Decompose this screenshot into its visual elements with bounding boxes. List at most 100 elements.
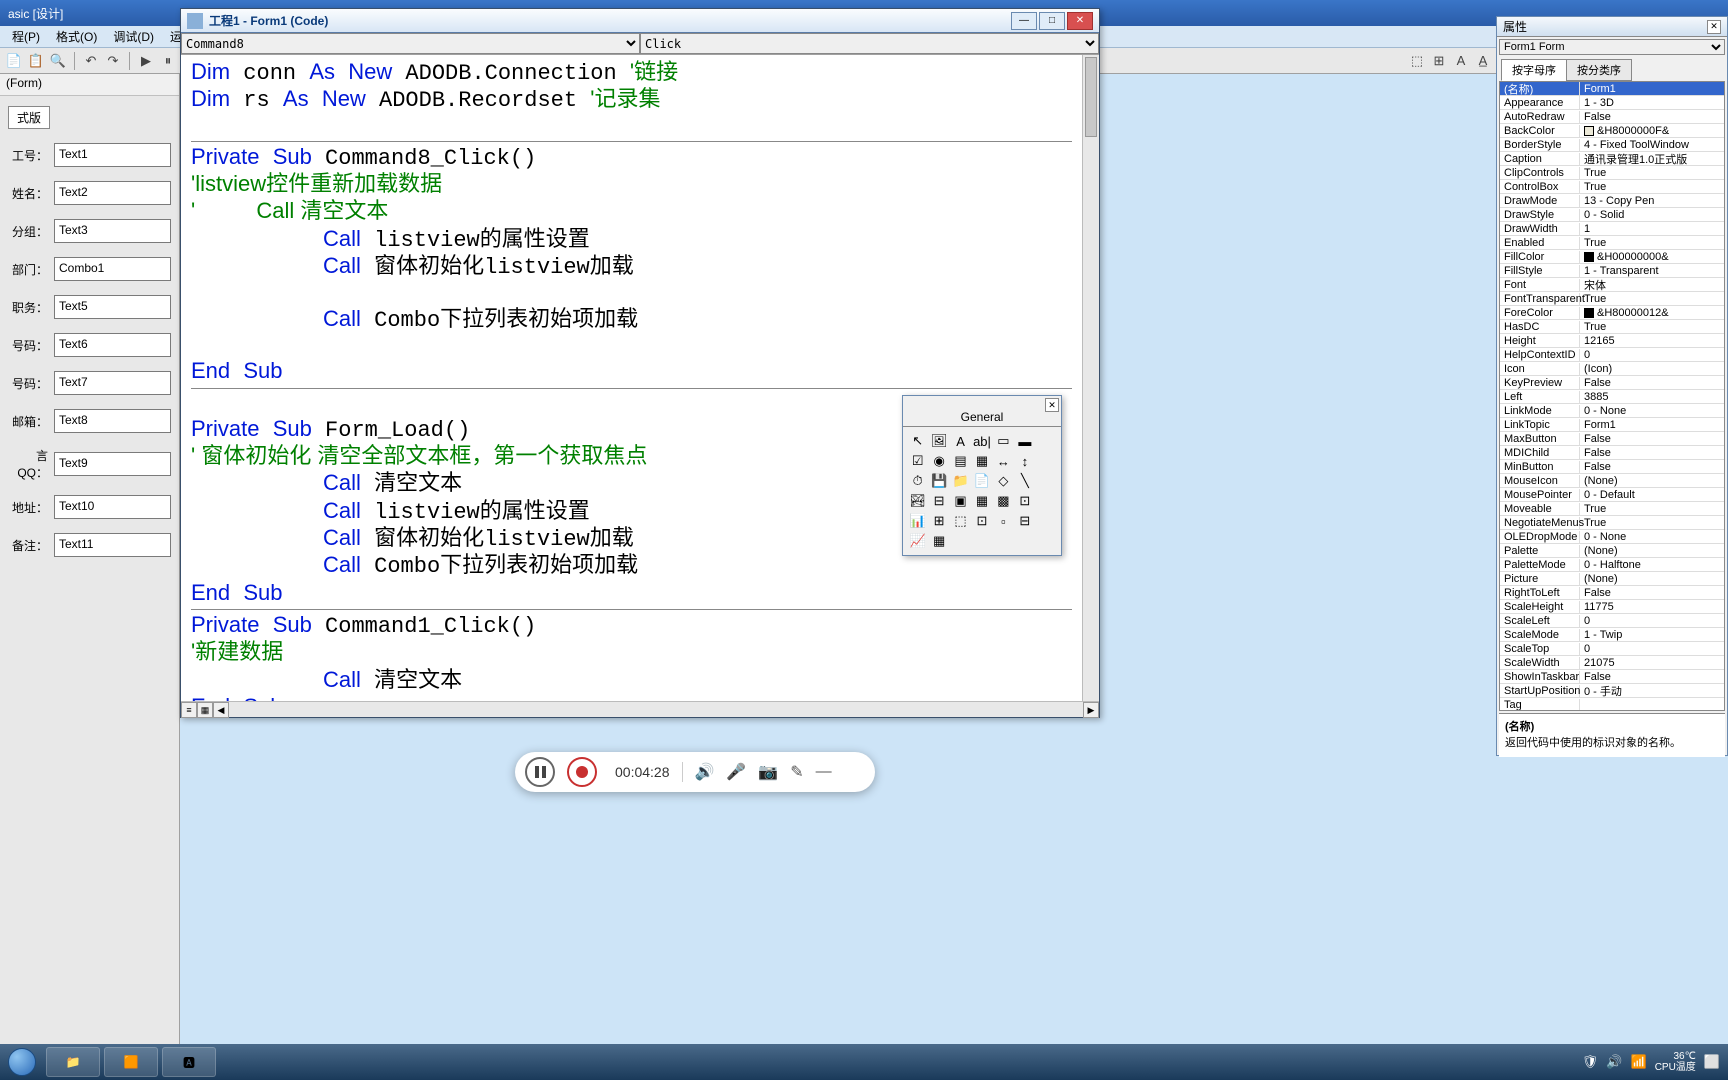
tb-icon[interactable]: ⬚ xyxy=(1407,51,1427,71)
recording-toolbar[interactable]: 00:04:28 🔊 🎤 📷 ✎ — xyxy=(515,752,875,792)
properties-list[interactable]: (名称)Form1Appearance1 - 3DAutoRedrawFalse… xyxy=(1499,81,1725,711)
shape-icon[interactable]: ◇ xyxy=(993,471,1014,491)
property-row[interactable]: StartUpPosition0 - 手动 xyxy=(1500,684,1724,698)
menu-item[interactable]: 调试(D) xyxy=(105,26,162,47)
code-editor[interactable]: Dim conn As New ADODB.Connection '链接 Dim… xyxy=(181,55,1099,701)
volume-icon[interactable]: 🔊 xyxy=(695,762,715,782)
property-row[interactable]: BackColor&H8000000F& xyxy=(1500,124,1724,138)
tray-icon[interactable]: 🔊 xyxy=(1606,1054,1622,1070)
ctl-icon[interactable]: ⊞ xyxy=(928,511,949,531)
redo-icon[interactable]: ↷ xyxy=(103,51,123,71)
property-row[interactable]: RightToLeftFalse xyxy=(1500,586,1724,600)
property-row[interactable]: Icon(Icon) xyxy=(1500,362,1724,376)
undo-icon[interactable]: ↶ xyxy=(81,51,101,71)
property-row[interactable]: (名称)Form1 xyxy=(1500,82,1724,96)
property-row[interactable]: NegotiateMenusTrue xyxy=(1500,516,1724,530)
minimize-button[interactable]: — xyxy=(1011,12,1037,30)
property-row[interactable]: ScaleMode1 - Twip xyxy=(1500,628,1724,642)
checkbox-icon[interactable]: ☑ xyxy=(907,451,928,471)
property-row[interactable]: MaxButtonFalse xyxy=(1500,432,1724,446)
property-row[interactable]: LinkMode0 - None xyxy=(1500,404,1724,418)
start-button[interactable] xyxy=(0,1044,44,1080)
tb-icon[interactable]: A xyxy=(1451,51,1471,71)
ctl-icon[interactable]: ▦ xyxy=(928,531,949,551)
frame-icon[interactable]: ▭ xyxy=(993,431,1014,451)
property-row[interactable]: ScaleWidth21075 xyxy=(1500,656,1724,670)
full-view-icon[interactable]: ▦ xyxy=(197,702,213,718)
property-row[interactable]: Picture(None) xyxy=(1500,572,1724,586)
text-input[interactable]: Text9 xyxy=(54,452,171,476)
property-row[interactable]: MousePointer0 - Default xyxy=(1500,488,1724,502)
property-row[interactable]: ScaleTop0 xyxy=(1500,642,1724,656)
image-icon[interactable]: 🏞 xyxy=(907,491,928,511)
commandbutton-icon[interactable]: ▬ xyxy=(1014,431,1035,451)
property-row[interactable]: Palette(None) xyxy=(1500,544,1724,558)
object-selector[interactable]: Command8 xyxy=(181,33,640,54)
mic-icon[interactable]: 🎤 xyxy=(726,762,746,782)
text-input[interactable]: Text1 xyxy=(54,143,171,167)
property-row[interactable]: Caption通讯录管理1.0正式版 xyxy=(1500,152,1724,166)
menu-item[interactable]: 格式(O) xyxy=(48,26,105,47)
property-row[interactable]: ForeColor&H80000012& xyxy=(1500,306,1724,320)
property-row[interactable]: ControlBoxTrue xyxy=(1500,180,1724,194)
camera-off-icon[interactable]: 📷 xyxy=(758,762,778,782)
property-row[interactable]: MDIChildFalse xyxy=(1500,446,1724,460)
vertical-scrollbar[interactable] xyxy=(1082,55,1099,701)
tb-icon[interactable]: A̲ xyxy=(1473,51,1493,71)
property-row[interactable]: Font宋体 xyxy=(1500,278,1724,292)
tb-icon[interactable]: ⊞ xyxy=(1429,51,1449,71)
picturebox-icon[interactable]: 🖼 xyxy=(928,431,949,451)
horizontal-scrollbar[interactable]: ≡ ▦ ◀ ▶ xyxy=(181,701,1099,717)
text-input[interactable]: Text5 xyxy=(54,295,171,319)
menu-item[interactable]: 程(P) xyxy=(4,26,48,47)
property-row[interactable]: PaletteMode0 - Halftone xyxy=(1500,558,1724,572)
text-input[interactable]: Text6 xyxy=(54,333,171,357)
maximize-button[interactable]: □ xyxy=(1039,12,1065,30)
property-row[interactable]: FillColor&H00000000& xyxy=(1500,250,1724,264)
left-tab[interactable]: 式版 xyxy=(8,106,50,129)
combobox-icon[interactable]: ▤ xyxy=(950,451,971,471)
properties-titlebar[interactable]: 属性 ✕ xyxy=(1497,17,1727,37)
property-row[interactable]: OLEDropMode0 - None xyxy=(1500,530,1724,544)
text-input[interactable]: Text3 xyxy=(54,219,171,243)
property-row[interactable]: HelpContextID0 xyxy=(1500,348,1724,362)
text-input[interactable]: Text10 xyxy=(54,495,171,519)
tray-icon[interactable]: 🛡 xyxy=(1582,1054,1599,1070)
ctl-icon[interactable]: ▦ xyxy=(971,491,992,511)
property-row[interactable]: EnabledTrue xyxy=(1500,236,1724,250)
text-input[interactable]: Text7 xyxy=(54,371,171,395)
property-row[interactable]: HasDCTrue xyxy=(1500,320,1724,334)
properties-close-icon[interactable]: ✕ xyxy=(1707,20,1721,34)
pause-icon[interactable]: ⏸ xyxy=(158,51,178,71)
property-row[interactable]: ClipControlsTrue xyxy=(1500,166,1724,180)
property-row[interactable]: MouseIcon(None) xyxy=(1500,474,1724,488)
property-row[interactable]: MoveableTrue xyxy=(1500,502,1724,516)
text-input[interactable]: Text8 xyxy=(54,409,171,433)
new-project-icon[interactable]: 📄 xyxy=(4,51,24,71)
tab-categorized[interactable]: 按分类序 xyxy=(1566,59,1632,81)
toolbox-panel[interactable]: ✕ General ↖ 🖼 A ab| ▭ ▬ ☑ ◉ ▤ ▦ ↔ ↕ ⏱ 💾 … xyxy=(902,395,1062,556)
ctl-icon[interactable]: ⬚ xyxy=(950,511,971,531)
listbox-icon[interactable]: ▦ xyxy=(971,451,992,471)
filelistbox-icon[interactable]: 📄 xyxy=(971,471,992,491)
vscrollbar-icon[interactable]: ↕ xyxy=(1014,451,1035,471)
property-row[interactable]: Left3885 xyxy=(1500,390,1724,404)
task-item[interactable]: 📁 xyxy=(46,1047,100,1077)
scroll-thumb[interactable] xyxy=(1085,57,1097,137)
tray-icon[interactable]: ⬜ xyxy=(1704,1054,1720,1070)
textbox-icon[interactable]: ab| xyxy=(971,431,992,451)
text-input[interactable]: Text11 xyxy=(54,533,171,557)
ctl-icon[interactable]: 📈 xyxy=(907,531,928,551)
property-row[interactable]: ScaleLeft0 xyxy=(1500,614,1724,628)
pause-recording-button[interactable] xyxy=(525,757,555,787)
task-item[interactable]: 🅰 xyxy=(162,1047,216,1077)
property-row[interactable]: DrawMode13 - Copy Pen xyxy=(1500,194,1724,208)
data-icon[interactable]: ⊟ xyxy=(928,491,949,511)
property-row[interactable]: DrawStyle0 - Solid xyxy=(1500,208,1724,222)
property-row[interactable]: AutoRedrawFalse xyxy=(1500,110,1724,124)
close-button[interactable]: ✕ xyxy=(1067,12,1093,30)
tray-icon[interactable]: 📶 xyxy=(1631,1054,1647,1070)
run-icon[interactable]: ▶ xyxy=(136,51,156,71)
properties-object-selector[interactable]: Form1 Form xyxy=(1499,39,1725,55)
pen-icon[interactable]: ✎ xyxy=(790,762,803,782)
